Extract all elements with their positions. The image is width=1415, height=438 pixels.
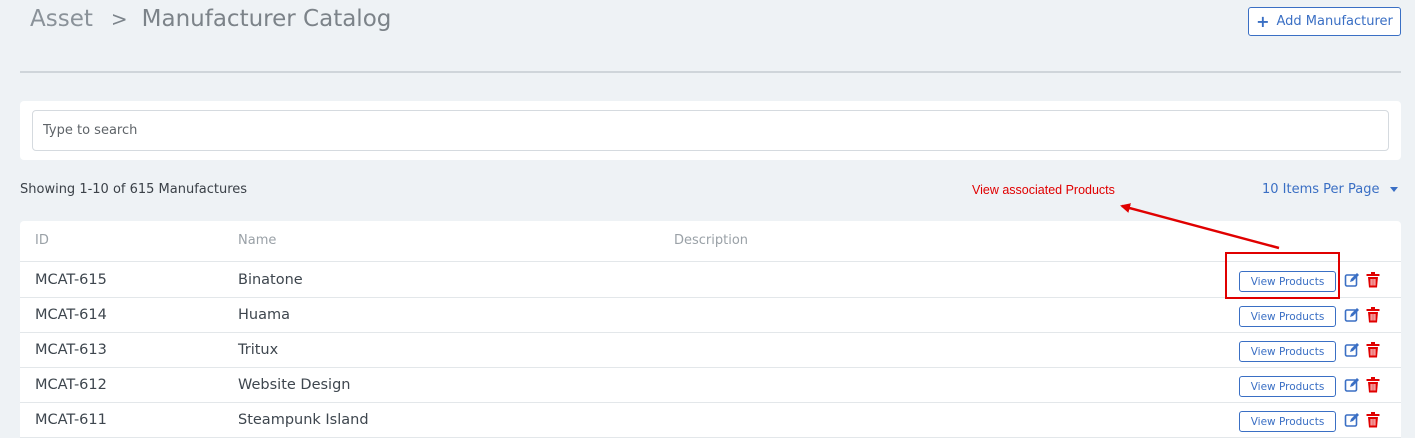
trash-icon[interactable] xyxy=(1366,272,1380,288)
items-per-page-label: 10 Items Per Page xyxy=(1262,182,1380,197)
view-products-button[interactable]: View Products xyxy=(1239,341,1336,362)
trash-icon[interactable] xyxy=(1366,342,1380,358)
search-input[interactable] xyxy=(32,110,1389,151)
column-header-description[interactable]: Description xyxy=(674,233,748,248)
table-row: MCAT-615 Binatone View Products xyxy=(20,263,1401,298)
table-row: MCAT-612 Website Design View Products xyxy=(20,368,1401,403)
view-products-button[interactable]: View Products xyxy=(1239,376,1336,397)
annotation-label: View associated Products xyxy=(972,183,1115,197)
row-id: MCAT-613 xyxy=(35,342,107,358)
view-products-button[interactable]: View Products xyxy=(1239,271,1336,292)
column-header-id[interactable]: ID xyxy=(35,233,49,248)
row-id: MCAT-615 xyxy=(35,272,107,288)
table-row: MCAT-613 Tritux View Products xyxy=(20,333,1401,368)
row-name: Steampunk Island xyxy=(238,412,369,428)
header-divider xyxy=(20,71,1401,73)
row-name: Website Design xyxy=(238,377,351,393)
trash-icon[interactable] xyxy=(1366,412,1380,428)
trash-icon[interactable] xyxy=(1366,307,1380,323)
view-products-button[interactable]: View Products xyxy=(1239,306,1336,327)
add-manufacturer-button[interactable]: + Add Manufacturer xyxy=(1248,7,1401,36)
view-products-button[interactable]: View Products xyxy=(1239,411,1336,432)
table-row: MCAT-611 Steampunk Island View Products xyxy=(20,403,1401,438)
edit-icon[interactable] xyxy=(1344,412,1360,428)
table-header: ID Name Description xyxy=(20,221,1401,262)
manufacturer-table: ID Name Description MCAT-615 Binatone View… xyxy=(20,221,1401,438)
trash-icon[interactable] xyxy=(1366,377,1380,393)
row-id: MCAT-614 xyxy=(35,307,107,323)
page-title: Manufacturer Catalog xyxy=(141,6,392,32)
caret-down-icon xyxy=(1389,187,1398,192)
edit-icon[interactable] xyxy=(1344,272,1360,288)
row-id: MCAT-611 xyxy=(35,412,107,428)
row-name: Huama xyxy=(238,307,290,323)
row-name: Tritux xyxy=(238,342,279,358)
breadcrumb-asset[interactable]: Asset xyxy=(30,6,93,32)
edit-icon[interactable] xyxy=(1344,307,1360,323)
edit-icon[interactable] xyxy=(1344,377,1360,393)
row-name: Binatone xyxy=(238,272,303,288)
column-header-name[interactable]: Name xyxy=(238,233,276,248)
breadcrumb: Asset > Manufacturer Catalog xyxy=(30,6,391,32)
items-per-page-dropdown[interactable]: 10 Items Per Page xyxy=(1262,182,1398,197)
edit-icon[interactable] xyxy=(1344,342,1360,358)
plus-icon: + xyxy=(1256,11,1270,31)
add-manufacturer-label: Add Manufacturer xyxy=(1276,14,1393,29)
breadcrumb-separator: > xyxy=(110,7,128,31)
table-row: MCAT-614 Huama View Products xyxy=(20,298,1401,333)
results-count: Showing 1-10 of 615 Manufactures xyxy=(20,182,248,197)
row-id: MCAT-612 xyxy=(35,377,107,393)
search-card xyxy=(20,101,1401,160)
